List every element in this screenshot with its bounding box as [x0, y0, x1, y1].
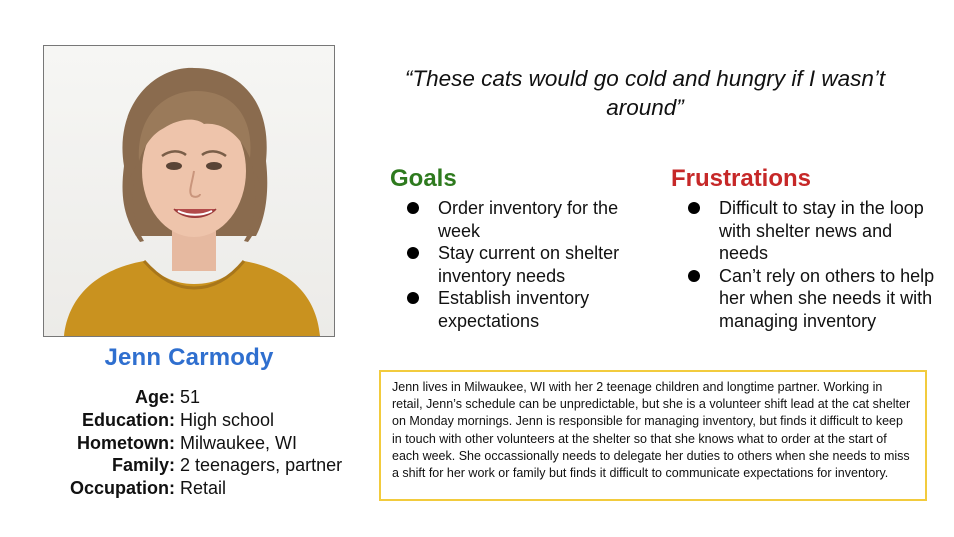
goal-text: Stay current on shelter inventory needs	[438, 243, 620, 286]
goals-list: Order inventory for the week Stay curren…	[390, 197, 660, 332]
portrait-illustration	[64, 67, 320, 336]
persona-name: Jenn Carmody	[104, 344, 274, 371]
goal-text: Establish inventory expectations	[438, 288, 590, 331]
fact-row-education: Education: High school	[40, 409, 370, 432]
fact-row-occupation: Occupation: Retail	[40, 477, 370, 500]
frustrations-list: Difficult to stay in the loop with shelt…	[671, 197, 941, 332]
bullet-icon	[407, 247, 419, 259]
bullet-icon	[407, 202, 419, 214]
frustrations-section: Frustrations Difficult to stay in the lo…	[671, 165, 941, 332]
fact-label: Hometown:	[77, 432, 175, 453]
fact-row-age: Age: 51	[40, 386, 370, 409]
bullet-icon	[688, 202, 700, 214]
list-item: Difficult to stay in the loop with shelt…	[671, 197, 941, 265]
frustration-text: Can’t rely on others to help her when sh…	[719, 265, 935, 331]
frustration-text: Difficult to stay in the loop with shelt…	[719, 198, 924, 263]
list-item: Order inventory for the week	[390, 197, 660, 242]
list-item: Establish inventory expectations	[390, 287, 660, 332]
frustrations-heading: Frustrations	[671, 165, 812, 192]
persona-quote: “These cats would go cold and hungry if …	[404, 66, 886, 120]
fact-value: 2 teenagers, partner	[180, 455, 343, 476]
fact-value: 51	[180, 387, 201, 407]
fact-value: High school	[180, 409, 275, 430]
bullet-icon	[688, 269, 700, 282]
fact-label: Family:	[111, 455, 175, 476]
list-item: Stay current on shelter inventory needs	[390, 242, 660, 287]
persona-facts: Age: 51 Education: High school Hometown:…	[40, 386, 370, 500]
bullet-icon	[407, 292, 419, 304]
persona-bio: Jenn lives in Milwaukee, WI with her 2 t…	[379, 370, 927, 501]
goals-section: Goals Order inventory for the week Stay …	[390, 165, 660, 332]
fact-row-family: Family: 2 teenagers, partner	[40, 454, 370, 477]
goals-heading: Goals	[390, 165, 457, 192]
list-item: Can’t rely on others to help her when sh…	[671, 265, 941, 333]
persona-photo	[43, 45, 335, 337]
fact-value: Retail	[180, 478, 227, 499]
fact-row-hometown: Hometown: Milwaukee, WI	[40, 432, 370, 455]
fact-label: Age:	[135, 387, 175, 407]
goal-text: Order inventory for the week	[438, 198, 619, 241]
fact-label: Education:	[82, 409, 175, 430]
fact-value: Milwaukee, WI	[180, 432, 298, 453]
fact-label: Occupation:	[69, 478, 175, 499]
